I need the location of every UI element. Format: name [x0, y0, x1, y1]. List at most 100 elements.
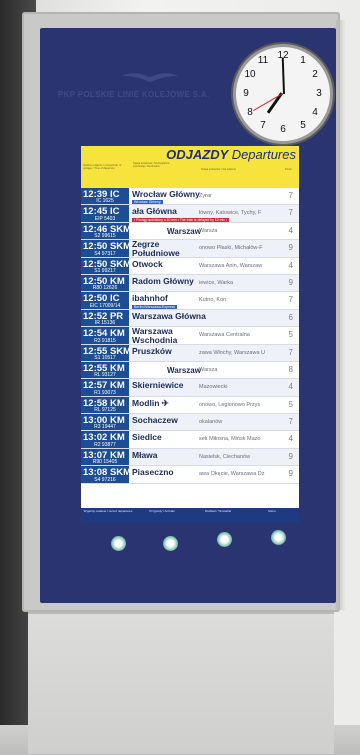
destination: Wrocław Główny: [132, 189, 200, 199]
kiosk-button-4[interactable]: [271, 530, 286, 545]
destination: Modlin ✈: [132, 397, 169, 408]
train-number: EIC 17009/14: [89, 302, 121, 309]
destination: Warszawa Główna: [132, 310, 206, 321]
destination: Skierniewice: [132, 380, 184, 391]
departure-time-cell: 12:54 KM R3 91815: [81, 327, 129, 344]
train-number: S1 10517: [94, 354, 116, 361]
via-stations: Mazowiecki: [199, 384, 228, 391]
destination: Radom Główny: [132, 275, 194, 286]
kiosk-button-2[interactable]: [163, 536, 178, 551]
clock-number: 10: [244, 69, 256, 80]
departure-row: 12:50 KM R80 12626 Radom Główny iewice, War…: [81, 274, 299, 293]
destination: Siedlce: [132, 432, 162, 443]
departure-time-cell: 12:55 SKM S1 10517: [81, 344, 131, 361]
platform-number: 7: [288, 191, 293, 200]
departure-row: 12:54 KM R3 91815 Warszawa Wschodnia Warsza…: [81, 327, 299, 345]
kiosk-base: [28, 612, 334, 754]
column-header-via: Stacja pośrednie / Via stations: [201, 168, 236, 171]
footer-timetable[interactable]: Rozkład / Timetable: [193, 509, 243, 514]
clock-number: 7: [260, 120, 266, 131]
footer-recent-departures[interactable]: Wyjazdy ostatnie / recent departures: [83, 509, 133, 514]
departure-time-cell: 12:50 KM R80 12626: [81, 274, 129, 292]
departure-board: ODJAZDY Departures Godzina odjazdu / prz…: [81, 146, 299, 523]
platform-number: 7: [288, 295, 293, 305]
departure-row: 12:45 IC EIP 5403 ała Główna łówny, Katowic…: [81, 205, 299, 223]
footer-arrivals[interactable]: Przyjazdy / Arrivals: [137, 509, 187, 514]
via-stations: Warsza: [199, 366, 218, 373]
platform-number: 5: [288, 330, 293, 340]
platform-number: 9: [288, 277, 293, 287]
kiosk-button-3[interactable]: [217, 532, 232, 547]
departure-row: 13:02 KM R2 93877 Siedlce sek Miłosna, Mińs…: [81, 431, 299, 449]
train-name-tag: Berlin/Warszawa-Express: [132, 304, 178, 309]
departure-time-cell: 12:57 KM R1 93073: [81, 379, 129, 396]
platform-number: 4: [288, 260, 293, 270]
departure-row: 12:52 PR IR 15136 Warszawa Główna 6: [81, 309, 299, 328]
platform-number: 6: [288, 312, 293, 322]
departure-row: 12:50 IC EIC 17009/14 ibahnhof Kutno, Kon 7 B…: [81, 292, 299, 310]
column-header-destination: Stacja docelowa / Szczegółowe informacje…: [133, 162, 170, 168]
departure-row: 12:57 KM R1 93073 Skierniewice Mazowiecki 4: [81, 379, 299, 397]
station-clock: 12 1 2 3 4 5 6 7 8 9 10 11: [233, 44, 333, 144]
departure-row: 12:55 KM RL 93127 Warszaw Warsza 8: [81, 361, 299, 380]
departure-time-cell: 13:08 SKM S4 97216: [81, 466, 131, 483]
delay-notice: • Pociąg opóźniony o 10 min • The train …: [132, 217, 230, 222]
clock-number: 11: [257, 55, 269, 66]
via-stations: onowo, Legionowo Przys: [199, 401, 261, 408]
clock-number: 9: [243, 88, 249, 99]
departure-time-cell: 12:52 PR IR 15136: [81, 309, 129, 327]
column-header-time: Godzina odjazdu / przewoźnik, nr pociągu…: [83, 164, 122, 170]
via-stations: Nasielsk, Ciechanów: [199, 453, 251, 460]
departure-row: 12:58 KM RL 97125 Modlin ✈ onowo, Legionowo…: [81, 396, 299, 415]
departure-row: 12:39 IC IC 1625 Wrocław Główny Żyrar 7 Wrocł…: [81, 188, 299, 206]
column-header-platform: Peron: [285, 168, 292, 171]
minute-hand: [281, 57, 285, 94]
train-number: S1 99217: [94, 267, 116, 274]
train-number: R80 12626: [92, 285, 118, 292]
footer-menu[interactable]: Menu: [247, 509, 297, 514]
platform-number: 4: [288, 225, 293, 235]
destination: Mława: [132, 449, 158, 460]
platform-number: 7: [288, 417, 293, 427]
train-number: S4 97317: [94, 250, 116, 257]
platform-number: 4: [288, 382, 293, 392]
via-stations: okalanów: [199, 419, 223, 426]
column-headers: Godzina odjazdu / przewoźnik, nr pociągu…: [81, 160, 299, 188]
kiosk-shadow: [336, 20, 346, 610]
clock-number: 3: [316, 88, 322, 99]
departure-time-cell: 12:58 KM RL 97125: [81, 396, 129, 414]
train-number: S2 99615: [94, 233, 116, 240]
destination: Piaseczno: [132, 467, 174, 478]
train-number: R3 91815: [94, 337, 116, 344]
departure-time-cell: 12:50 SKM S1 99217: [81, 257, 131, 274]
departure-row: 12:46 SKM S2 99615 Warszaw Warsza 4: [81, 222, 299, 241]
departure-row: 12:50 SKM S4 97317 Zegrze Południowe onowo …: [81, 240, 299, 258]
pkp-wings-icon: [122, 73, 178, 82]
departure-time-cell: 12:45 IC EIP 5403: [81, 205, 129, 222]
train-number: IC 1625: [96, 198, 114, 205]
board-footer: Wyjazdy ostatnie / recent departures Prz…: [81, 508, 299, 523]
clock-number: 4: [312, 107, 318, 118]
board-header: ODJAZDY Departures Godzina odjazdu / prz…: [81, 146, 299, 188]
train-number: R2 93877: [94, 441, 116, 448]
via-stations: awa Okęcie, Warszawa Dz: [199, 471, 265, 478]
destination: Sochaczew: [132, 415, 178, 426]
train-name-tag: Wrocław Główny: [132, 200, 163, 205]
via-stations: Warszawa Anin, Warszaw: [199, 262, 263, 269]
clock-number: 6: [280, 124, 286, 135]
platform-number: 9: [288, 451, 293, 461]
kiosk-button-1[interactable]: [111, 536, 126, 551]
via-stations: Warszawa Centralna: [199, 332, 250, 339]
platform-number: 7: [288, 208, 293, 218]
platform-number: 5: [288, 399, 293, 409]
destination-scrolling: Warszaw: [167, 365, 201, 375]
train-number: R1 93073: [94, 389, 116, 396]
departure-row: 13:07 KM R90 15405 Mława Nasielsk, Ciechanó…: [81, 448, 299, 467]
via-stations: Warsza: [199, 227, 218, 234]
train-number: IR 15136: [94, 320, 116, 327]
train-number: RL 97125: [94, 407, 116, 414]
departure-row: 13:00 KM R3 19447 Sochaczew okalanów 7: [81, 414, 299, 432]
platform-number: 9: [288, 243, 293, 253]
via-stations: iewice, Warka: [199, 279, 234, 286]
platform-number: 8: [288, 364, 293, 374]
